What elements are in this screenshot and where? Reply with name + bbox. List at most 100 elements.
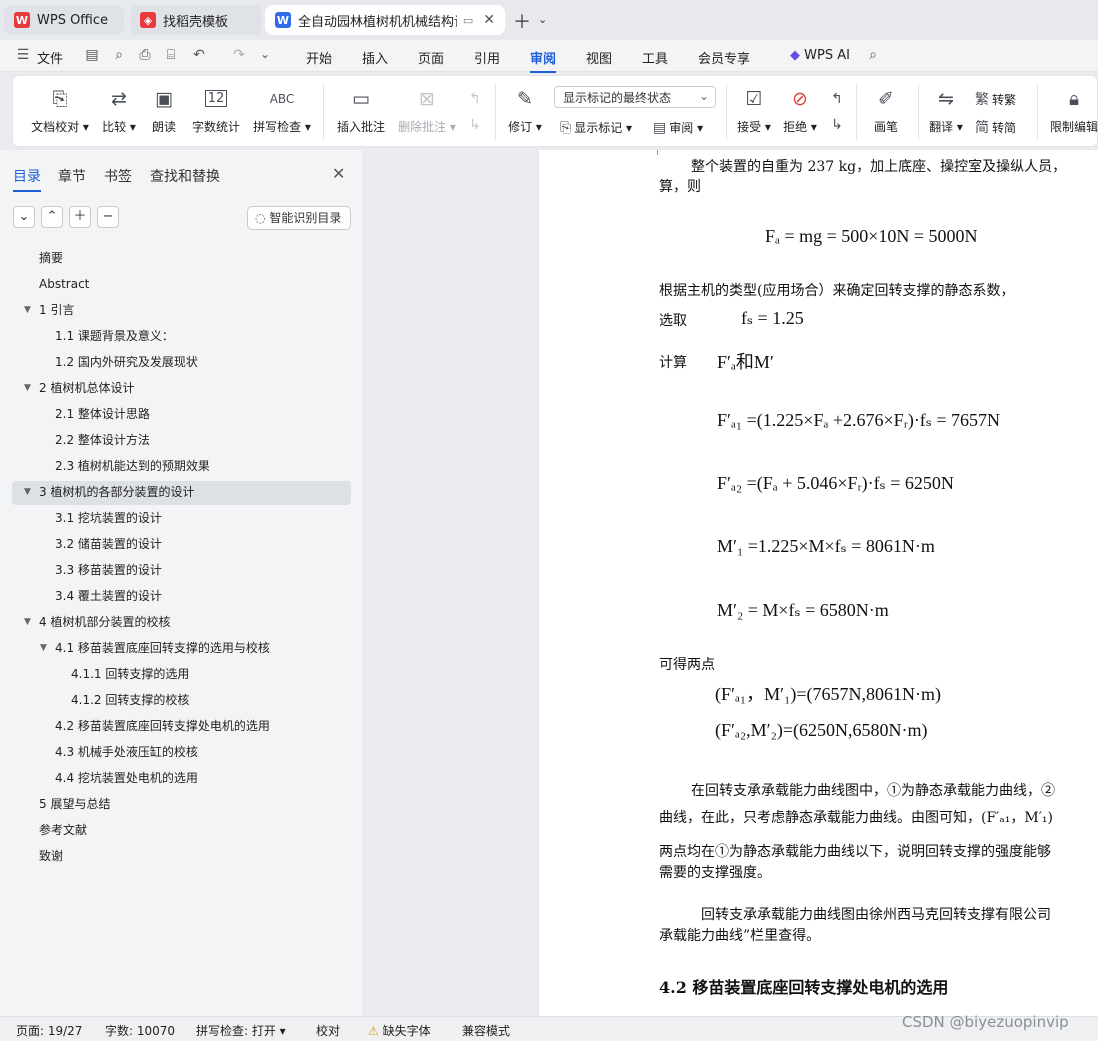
- toc-item[interactable]: 致谢: [39, 844, 63, 868]
- expand-caret-icon[interactable]: ▼: [24, 610, 31, 634]
- toc-item-label: 4.1.1 回转支撑的选用: [71, 667, 190, 681]
- toc-item[interactable]: 3.2 储苗装置的设计: [55, 532, 162, 556]
- toc-item[interactable]: 4.3 机械手处液压缸的校核: [55, 740, 198, 764]
- track-changes-button[interactable]: ✎ 修订 ▾: [507, 86, 543, 135]
- monitor-icon: ▭: [462, 13, 474, 27]
- tab-sections[interactable]: 章节: [58, 166, 86, 186]
- hamburger-icon[interactable]: ☰: [14, 47, 32, 65]
- doc-check-button[interactable]: ⎘ 文档校对 ▾: [29, 86, 91, 135]
- menu-insert[interactable]: 插入: [362, 48, 388, 67]
- tab-list-chevron-icon[interactable]: ⌄: [538, 13, 547, 26]
- menu-reference[interactable]: 引用: [474, 48, 500, 67]
- compare-icon: ⇄: [111, 88, 127, 110]
- toc-item[interactable]: 2.3 植树机能达到的预期效果: [55, 454, 210, 478]
- undo-icon[interactable]: ↶: [190, 47, 208, 65]
- restrict-edit-button[interactable]: 🔒︎ 限制编辑: [1049, 86, 1098, 135]
- page-indicator[interactable]: 页面: 19/27: [16, 1022, 82, 1039]
- toc-item-label: 2.3 植树机能达到的预期效果: [55, 459, 210, 473]
- prev-change-button[interactable]: ↰ ↳: [827, 86, 847, 138]
- redo-icon[interactable]: ↷: [230, 47, 248, 65]
- toc-item[interactable]: 4.1.2 回转支撑的校核: [71, 688, 189, 712]
- toc-item[interactable]: ▼ 4.1 移苗装置底座回转支撑的选用与校核: [40, 636, 270, 660]
- collapse-down-button[interactable]: ⌄: [13, 206, 35, 228]
- save-icon[interactable]: ▤: [83, 47, 101, 65]
- close-tab-icon[interactable]: ✕: [483, 12, 495, 28]
- missing-font-indicator[interactable]: ⚠ 缺失字体: [368, 1022, 431, 1039]
- toc-item[interactable]: 2.2 整体设计方法: [55, 428, 150, 452]
- expand-caret-icon[interactable]: ▼: [24, 376, 31, 400]
- tab-toc[interactable]: 目录: [13, 166, 41, 192]
- smart-toc-button[interactable]: ◌ 智能识别目录: [247, 206, 351, 230]
- toc-item[interactable]: 4.2 移苗装置底座回转支撑处电机的选用: [55, 714, 270, 738]
- collapse-up-button[interactable]: ⌃: [41, 206, 63, 228]
- file-menu[interactable]: 文件: [37, 48, 63, 67]
- insert-comment-button[interactable]: ▭ 插入批注: [335, 86, 387, 135]
- close-pane-icon[interactable]: ✕: [332, 164, 345, 183]
- tab-bookmarks[interactable]: 书签: [104, 166, 132, 186]
- print-icon[interactable]: ⎙: [136, 47, 154, 65]
- tab-docer-templates[interactable]: ◈ 找稻壳模板: [130, 5, 262, 35]
- markup-state-select[interactable]: 显示标记的最终状态 ⌄: [554, 86, 716, 108]
- toc-item[interactable]: 3.1 挖坑装置的设计: [55, 506, 162, 530]
- read-aloud-label: 朗读: [151, 120, 176, 134]
- add-heading-button[interactable]: ＋: [69, 206, 91, 228]
- word-count-button[interactable]: 12 字数统计: [191, 86, 241, 135]
- toc-item[interactable]: ▼ 4 植树机部分装置的校核: [24, 610, 170, 634]
- format-painter-icon[interactable]: ⌕: [110, 47, 128, 65]
- read-aloud-button[interactable]: ▣ 朗读: [149, 86, 179, 135]
- tab-document[interactable]: W 全自动园林植树机机械结构设计 ▭ ✕: [265, 5, 505, 35]
- review-pane-button[interactable]: ▤ 审阅 ▾: [653, 119, 703, 136]
- toc-item[interactable]: ▼ 1 引言: [24, 298, 74, 322]
- menu-tools[interactable]: 工具: [642, 48, 668, 67]
- proofread-indicator[interactable]: 校对: [316, 1022, 340, 1039]
- menu-page[interactable]: 页面: [418, 48, 444, 67]
- toc-item[interactable]: 4.4 挖坑装置处电机的选用: [55, 766, 198, 790]
- toc-item[interactable]: Abstract: [39, 272, 89, 296]
- spell-check-button[interactable]: ABC 拼写检查 ▾: [251, 86, 313, 135]
- translate-button[interactable]: ⇋ 翻译 ▾: [927, 86, 965, 135]
- wps-ai-button[interactable]: ◆ WPS AI: [790, 48, 850, 63]
- to-traditional-button[interactable]: 繁转繁: [975, 89, 1016, 109]
- track-changes-icon: ✎: [517, 88, 533, 110]
- reject-button[interactable]: ⊘ 拒绝 ▾: [781, 86, 819, 135]
- track-changes-label: 修订: [508, 120, 533, 134]
- missing-font-label: 缺失字体: [382, 1024, 431, 1038]
- toc-item[interactable]: 摘要: [39, 246, 63, 270]
- doc-check-label: 文档校对: [31, 120, 80, 134]
- accept-button[interactable]: ☑ 接受 ▾: [735, 86, 773, 135]
- prev-comment-button[interactable]: ↰ ↳: [465, 86, 485, 138]
- menu-view[interactable]: 视图: [586, 48, 612, 67]
- new-tab-icon[interactable]: ＋: [513, 8, 531, 34]
- expand-caret-icon[interactable]: ▼: [24, 480, 31, 504]
- tab-find-replace[interactable]: 查找和替换: [150, 166, 220, 186]
- menu-start[interactable]: 开始: [306, 48, 332, 67]
- delete-comment-button[interactable]: ⊠ 删除批注 ▾: [397, 86, 457, 135]
- document-page[interactable]: 整个装置的自重为 237 kg，加上底座、操控室及操纵人员， 算，则 Fₐ = …: [539, 150, 1098, 1016]
- print-preview-icon[interactable]: ⌸: [162, 47, 180, 65]
- menu-member[interactable]: 会员专享: [698, 48, 750, 67]
- toc-item[interactable]: 1.2 国内外研究及发展现状: [55, 350, 198, 374]
- to-simplified-button[interactable]: 简转简: [975, 117, 1016, 137]
- compare-button[interactable]: ⇄ 比较 ▾: [99, 86, 139, 135]
- show-markup-button[interactable]: ⎘ 显示标记 ▾: [560, 119, 632, 136]
- search-icon[interactable]: ⌕: [864, 47, 882, 65]
- tab-wps-office[interactable]: W WPS Office: [4, 5, 124, 35]
- expand-caret-icon[interactable]: ▼: [40, 636, 47, 660]
- toc-item[interactable]: ▼ 2 植树机总体设计: [24, 376, 134, 400]
- toc-item[interactable]: 4.1.1 回转支撑的选用: [71, 662, 189, 686]
- expand-caret-icon[interactable]: ▼: [24, 298, 31, 322]
- more-chevron-icon[interactable]: ⌄: [256, 47, 274, 65]
- word-count-indicator[interactable]: 字数: 10070: [105, 1022, 175, 1039]
- toc-item[interactable]: 5 展望与总结: [39, 792, 110, 816]
- menu-review[interactable]: 审阅: [530, 48, 557, 73]
- remove-heading-button[interactable]: −: [97, 206, 119, 228]
- toc-item[interactable]: ▼ 3 植树机的各部分装置的设计: [24, 480, 194, 504]
- toc-item[interactable]: 1.1 课题背景及意义：: [55, 324, 174, 348]
- section-heading: 4.2 移苗装置底座回转支撑处电机的选用: [659, 978, 949, 997]
- toc-item[interactable]: 3.3 移苗装置的设计: [55, 558, 162, 582]
- toc-item[interactable]: 参考文献: [39, 818, 87, 842]
- toc-item[interactable]: 2.1 整体设计思路: [55, 402, 150, 426]
- pen-button[interactable]: ✐ 画笔: [871, 86, 901, 135]
- toc-item[interactable]: 3.4 覆土装置的设计: [55, 584, 162, 608]
- spell-check-indicator[interactable]: 拼写检查: 打开 ▾: [196, 1022, 286, 1039]
